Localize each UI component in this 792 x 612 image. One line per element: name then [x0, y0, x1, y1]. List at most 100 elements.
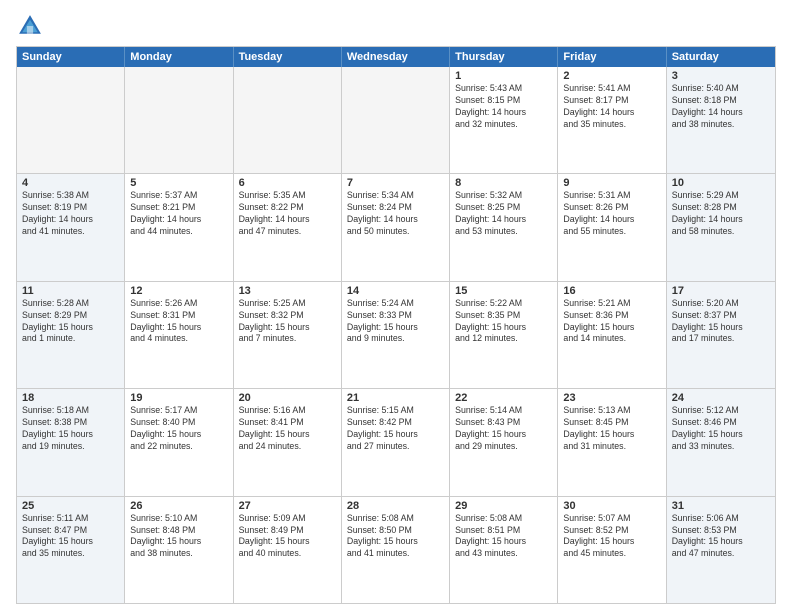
cell-text: Sunrise: 5:09 AM Sunset: 8:49 PM Dayligh… [239, 513, 336, 561]
calendar-row-3: 18Sunrise: 5:18 AM Sunset: 8:38 PM Dayli… [17, 388, 775, 495]
cell-text: Sunrise: 5:17 AM Sunset: 8:40 PM Dayligh… [130, 405, 227, 453]
day-number: 23 [563, 392, 660, 404]
calendar-cell-0-4: 1Sunrise: 5:43 AM Sunset: 8:15 PM Daylig… [450, 67, 558, 173]
cell-text: Sunrise: 5:14 AM Sunset: 8:43 PM Dayligh… [455, 405, 552, 453]
cell-text: Sunrise: 5:06 AM Sunset: 8:53 PM Dayligh… [672, 513, 770, 561]
page: SundayMondayTuesdayWednesdayThursdayFrid… [0, 0, 792, 612]
calendar-cell-4-0: 25Sunrise: 5:11 AM Sunset: 8:47 PM Dayli… [17, 497, 125, 603]
day-number: 6 [239, 177, 336, 189]
cell-text: Sunrise: 5:18 AM Sunset: 8:38 PM Dayligh… [22, 405, 119, 453]
cell-text: Sunrise: 5:24 AM Sunset: 8:33 PM Dayligh… [347, 298, 444, 346]
cell-text: Sunrise: 5:35 AM Sunset: 8:22 PM Dayligh… [239, 190, 336, 238]
day-number: 19 [130, 392, 227, 404]
day-number: 26 [130, 500, 227, 512]
day-number: 29 [455, 500, 552, 512]
day-number: 16 [563, 285, 660, 297]
day-number: 7 [347, 177, 444, 189]
header-day-sunday: Sunday [17, 47, 125, 67]
calendar-cell-1-5: 9Sunrise: 5:31 AM Sunset: 8:26 PM Daylig… [558, 174, 666, 280]
day-number: 30 [563, 500, 660, 512]
calendar-cell-0-3 [342, 67, 450, 173]
header-day-tuesday: Tuesday [234, 47, 342, 67]
calendar-header: SundayMondayTuesdayWednesdayThursdayFrid… [17, 47, 775, 67]
calendar-cell-2-2: 13Sunrise: 5:25 AM Sunset: 8:32 PM Dayli… [234, 282, 342, 388]
calendar-cell-1-1: 5Sunrise: 5:37 AM Sunset: 8:21 PM Daylig… [125, 174, 233, 280]
calendar-row-1: 4Sunrise: 5:38 AM Sunset: 8:19 PM Daylig… [17, 173, 775, 280]
header-day-monday: Monday [125, 47, 233, 67]
cell-text: Sunrise: 5:37 AM Sunset: 8:21 PM Dayligh… [130, 190, 227, 238]
calendar-cell-2-1: 12Sunrise: 5:26 AM Sunset: 8:31 PM Dayli… [125, 282, 233, 388]
cell-text: Sunrise: 5:20 AM Sunset: 8:37 PM Dayligh… [672, 298, 770, 346]
header-day-friday: Friday [558, 47, 666, 67]
calendar-cell-2-6: 17Sunrise: 5:20 AM Sunset: 8:37 PM Dayli… [667, 282, 775, 388]
calendar-cell-1-6: 10Sunrise: 5:29 AM Sunset: 8:28 PM Dayli… [667, 174, 775, 280]
day-number: 18 [22, 392, 119, 404]
day-number: 22 [455, 392, 552, 404]
day-number: 31 [672, 500, 770, 512]
day-number: 9 [563, 177, 660, 189]
calendar-cell-0-0 [17, 67, 125, 173]
cell-text: Sunrise: 5:31 AM Sunset: 8:26 PM Dayligh… [563, 190, 660, 238]
calendar: SundayMondayTuesdayWednesdayThursdayFrid… [16, 46, 776, 604]
header-day-thursday: Thursday [450, 47, 558, 67]
cell-text: Sunrise: 5:40 AM Sunset: 8:18 PM Dayligh… [672, 83, 770, 131]
calendar-cell-4-5: 30Sunrise: 5:07 AM Sunset: 8:52 PM Dayli… [558, 497, 666, 603]
calendar-cell-0-2 [234, 67, 342, 173]
calendar-cell-2-0: 11Sunrise: 5:28 AM Sunset: 8:29 PM Dayli… [17, 282, 125, 388]
cell-text: Sunrise: 5:08 AM Sunset: 8:50 PM Dayligh… [347, 513, 444, 561]
cell-text: Sunrise: 5:25 AM Sunset: 8:32 PM Dayligh… [239, 298, 336, 346]
calendar-row-0: 1Sunrise: 5:43 AM Sunset: 8:15 PM Daylig… [17, 67, 775, 173]
calendar-cell-2-4: 15Sunrise: 5:22 AM Sunset: 8:35 PM Dayli… [450, 282, 558, 388]
day-number: 14 [347, 285, 444, 297]
cell-text: Sunrise: 5:38 AM Sunset: 8:19 PM Dayligh… [22, 190, 119, 238]
calendar-cell-1-2: 6Sunrise: 5:35 AM Sunset: 8:22 PM Daylig… [234, 174, 342, 280]
cell-text: Sunrise: 5:41 AM Sunset: 8:17 PM Dayligh… [563, 83, 660, 131]
calendar-row-4: 25Sunrise: 5:11 AM Sunset: 8:47 PM Dayli… [17, 496, 775, 603]
calendar-cell-1-0: 4Sunrise: 5:38 AM Sunset: 8:19 PM Daylig… [17, 174, 125, 280]
calendar-cell-3-0: 18Sunrise: 5:18 AM Sunset: 8:38 PM Dayli… [17, 389, 125, 495]
day-number: 15 [455, 285, 552, 297]
calendar-cell-1-4: 8Sunrise: 5:32 AM Sunset: 8:25 PM Daylig… [450, 174, 558, 280]
logo [16, 12, 48, 40]
day-number: 24 [672, 392, 770, 404]
calendar-row-2: 11Sunrise: 5:28 AM Sunset: 8:29 PM Dayli… [17, 281, 775, 388]
header-day-saturday: Saturday [667, 47, 775, 67]
cell-text: Sunrise: 5:12 AM Sunset: 8:46 PM Dayligh… [672, 405, 770, 453]
day-number: 12 [130, 285, 227, 297]
cell-text: Sunrise: 5:26 AM Sunset: 8:31 PM Dayligh… [130, 298, 227, 346]
day-number: 17 [672, 285, 770, 297]
day-number: 2 [563, 70, 660, 82]
day-number: 20 [239, 392, 336, 404]
day-number: 1 [455, 70, 552, 82]
cell-text: Sunrise: 5:10 AM Sunset: 8:48 PM Dayligh… [130, 513, 227, 561]
calendar-cell-3-4: 22Sunrise: 5:14 AM Sunset: 8:43 PM Dayli… [450, 389, 558, 495]
cell-text: Sunrise: 5:07 AM Sunset: 8:52 PM Dayligh… [563, 513, 660, 561]
cell-text: Sunrise: 5:32 AM Sunset: 8:25 PM Dayligh… [455, 190, 552, 238]
cell-text: Sunrise: 5:29 AM Sunset: 8:28 PM Dayligh… [672, 190, 770, 238]
day-number: 25 [22, 500, 119, 512]
calendar-cell-1-3: 7Sunrise: 5:34 AM Sunset: 8:24 PM Daylig… [342, 174, 450, 280]
calendar-cell-3-3: 21Sunrise: 5:15 AM Sunset: 8:42 PM Dayli… [342, 389, 450, 495]
calendar-cell-3-2: 20Sunrise: 5:16 AM Sunset: 8:41 PM Dayli… [234, 389, 342, 495]
cell-text: Sunrise: 5:08 AM Sunset: 8:51 PM Dayligh… [455, 513, 552, 561]
day-number: 27 [239, 500, 336, 512]
calendar-cell-2-5: 16Sunrise: 5:21 AM Sunset: 8:36 PM Dayli… [558, 282, 666, 388]
calendar-cell-4-3: 28Sunrise: 5:08 AM Sunset: 8:50 PM Dayli… [342, 497, 450, 603]
calendar-cell-4-4: 29Sunrise: 5:08 AM Sunset: 8:51 PM Dayli… [450, 497, 558, 603]
header-day-wednesday: Wednesday [342, 47, 450, 67]
calendar-cell-3-1: 19Sunrise: 5:17 AM Sunset: 8:40 PM Dayli… [125, 389, 233, 495]
day-number: 21 [347, 392, 444, 404]
day-number: 11 [22, 285, 119, 297]
day-number: 4 [22, 177, 119, 189]
calendar-body: 1Sunrise: 5:43 AM Sunset: 8:15 PM Daylig… [17, 67, 775, 603]
day-number: 5 [130, 177, 227, 189]
cell-text: Sunrise: 5:21 AM Sunset: 8:36 PM Dayligh… [563, 298, 660, 346]
day-number: 10 [672, 177, 770, 189]
cell-text: Sunrise: 5:16 AM Sunset: 8:41 PM Dayligh… [239, 405, 336, 453]
calendar-cell-3-6: 24Sunrise: 5:12 AM Sunset: 8:46 PM Dayli… [667, 389, 775, 495]
cell-text: Sunrise: 5:28 AM Sunset: 8:29 PM Dayligh… [22, 298, 119, 346]
calendar-cell-4-1: 26Sunrise: 5:10 AM Sunset: 8:48 PM Dayli… [125, 497, 233, 603]
cell-text: Sunrise: 5:34 AM Sunset: 8:24 PM Dayligh… [347, 190, 444, 238]
day-number: 3 [672, 70, 770, 82]
day-number: 13 [239, 285, 336, 297]
